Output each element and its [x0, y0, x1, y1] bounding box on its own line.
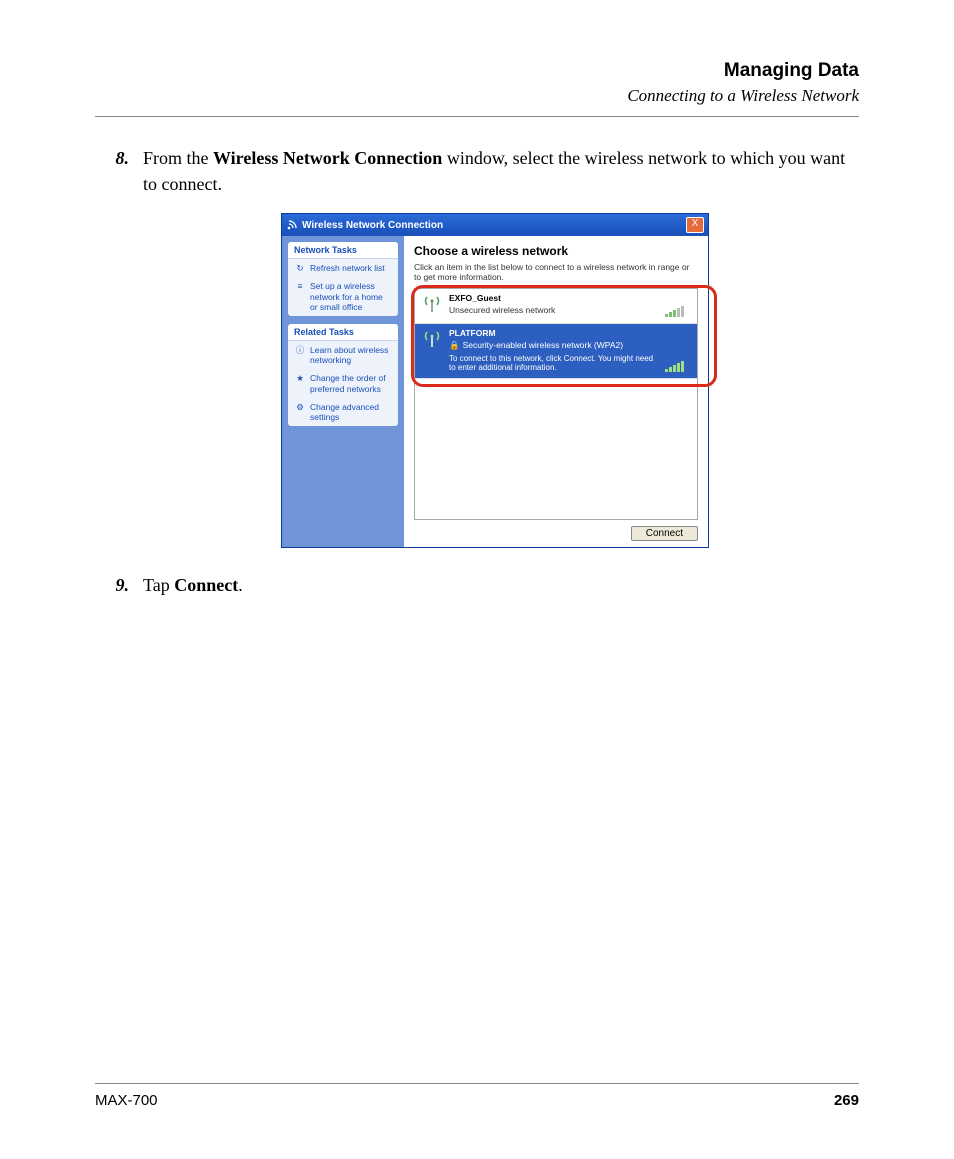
page-footer: MAX-700 269 [95, 1083, 859, 1109]
wireless-window: Wireless Network Connection X Network Ta… [281, 213, 709, 548]
refresh-label: Refresh network list [310, 263, 385, 273]
step-8-text: From the Wireless Network Connection win… [143, 145, 859, 197]
network-info-2: To connect to this network, click Connec… [449, 354, 659, 372]
network-name-2: PLATFORM [449, 328, 659, 338]
main-panel: Choose a wireless network Click an item … [404, 236, 708, 547]
wireless-icon [286, 219, 298, 231]
choose-network-title: Choose a wireless network [414, 244, 698, 258]
step-8-pre: From the [143, 148, 213, 168]
choose-network-sub: Click an item in the list below to conne… [414, 262, 698, 282]
lock-icon: 🔒 [449, 340, 460, 350]
change-order-label: Change the order of preferred networks [310, 373, 392, 393]
refresh-icon: ↻ [294, 263, 306, 273]
network-item-exfo-guest[interactable]: EXFO_Guest Unsecured wireless network [415, 289, 697, 324]
step-9-post: . [238, 575, 243, 595]
learn-about-wireless[interactable]: ⓘ Learn about wireless networking [288, 341, 398, 369]
network-desc-2-text: Security-enabled wireless network (WPA2) [463, 340, 623, 350]
step-9: 9. Tap Connect. [95, 572, 859, 598]
network-name-1: EXFO_Guest [449, 293, 659, 303]
step-8: 8. From the Wireless Network Connection … [95, 145, 859, 197]
network-desc-1: Unsecured wireless network [449, 305, 659, 315]
gear-icon: ⚙ [294, 402, 306, 422]
network-desc-2: 🔒Security-enabled wireless network (WPA2… [449, 340, 659, 351]
learn-label: Learn about wireless networking [310, 345, 392, 365]
related-tasks-head: Related Tasks [288, 324, 398, 341]
setup-label: Set up a wireless network for a home or … [310, 281, 392, 312]
related-tasks-box: Related Tasks ⓘ Learn about wireless net… [288, 324, 398, 426]
info-icon: ⓘ [294, 345, 306, 365]
step-9-text: Tap Connect. [143, 572, 243, 598]
step-8-number: 8. [95, 145, 143, 197]
change-advanced-settings[interactable]: ⚙ Change advanced settings [288, 398, 398, 426]
antenna-icon [421, 293, 443, 317]
step-9-bold: Connect [174, 575, 238, 595]
titlebar: Wireless Network Connection X [282, 214, 708, 236]
network-tasks-box: Network Tasks ↻ Refresh network list ≡ S… [288, 242, 398, 316]
advanced-label: Change advanced settings [310, 402, 392, 422]
setup-wireless-network[interactable]: ≡ Set up a wireless network for a home o… [288, 277, 398, 316]
network-list: EXFO_Guest Unsecured wireless network PL… [414, 288, 698, 520]
screenshot-wrapper: Wireless Network Connection X Network Ta… [281, 213, 859, 548]
page-header-subtitle: Connecting to a Wireless Network [95, 86, 859, 106]
footer-model: MAX-700 [95, 1092, 158, 1109]
refresh-network-list[interactable]: ↻ Refresh network list [288, 259, 398, 277]
network-item-platform[interactable]: PLATFORM 🔒Security-enabled wireless netw… [415, 324, 697, 379]
sidebar: Network Tasks ↻ Refresh network list ≡ S… [282, 236, 404, 547]
connect-button[interactable]: Connect [631, 526, 698, 541]
close-button[interactable]: X [686, 217, 704, 233]
signal-strength-icon [665, 328, 691, 372]
window-title: Wireless Network Connection [302, 220, 686, 231]
step-9-pre: Tap [143, 575, 174, 595]
antenna-icon [421, 328, 443, 372]
setup-icon: ≡ [294, 281, 306, 312]
header-rule [95, 116, 859, 117]
network-tasks-head: Network Tasks [288, 242, 398, 259]
star-icon: ★ [294, 373, 306, 393]
change-order-networks[interactable]: ★ Change the order of preferred networks [288, 369, 398, 397]
step-9-number: 9. [95, 572, 143, 598]
step-8-bold: Wireless Network Connection [213, 148, 442, 168]
page-header-title: Managing Data [95, 60, 859, 82]
footer-page-number: 269 [834, 1092, 859, 1109]
signal-strength-icon [665, 293, 691, 317]
